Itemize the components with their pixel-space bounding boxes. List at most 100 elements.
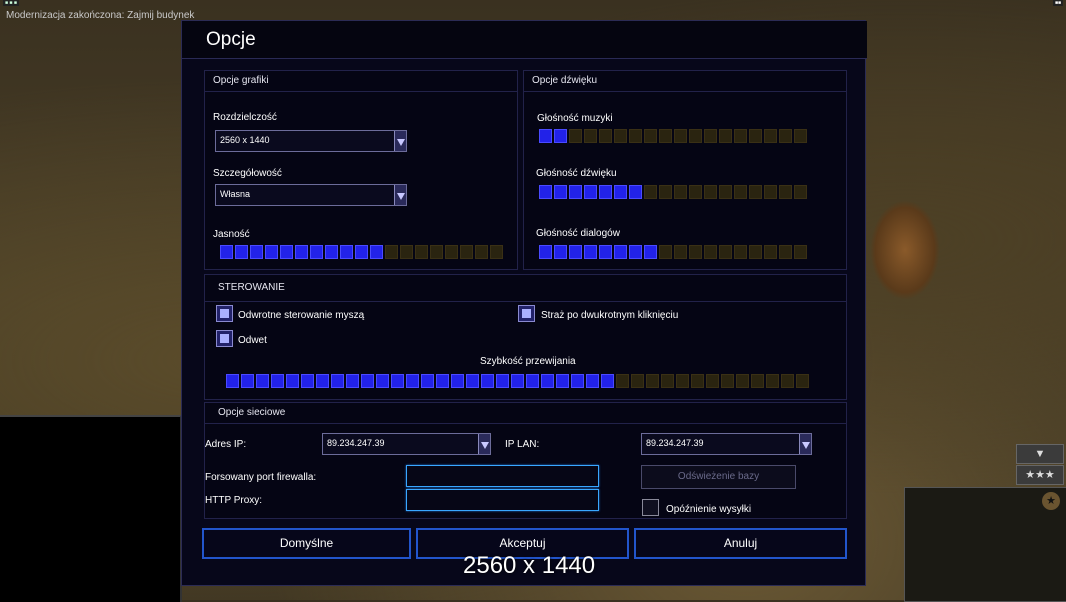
chevron-down-icon[interactable] <box>478 434 490 454</box>
slider-segment[interactable] <box>779 185 792 199</box>
slider-segment[interactable] <box>571 374 584 388</box>
side-collapse-button[interactable]: ▼ <box>1016 444 1064 464</box>
slider-segment[interactable] <box>554 129 567 143</box>
slider-segment[interactable] <box>385 245 398 259</box>
slider-segment[interactable] <box>460 245 473 259</box>
slider-segment[interactable] <box>310 245 323 259</box>
slider-segment[interactable] <box>644 129 657 143</box>
slider-segment[interactable] <box>779 129 792 143</box>
slider-segment[interactable] <box>599 129 612 143</box>
resolution-dropdown[interactable]: 2560 x 1440 <box>215 130 407 152</box>
dialog-volume-slider[interactable] <box>539 245 807 259</box>
slider-segment[interactable] <box>749 129 762 143</box>
slider-segment[interactable] <box>704 245 717 259</box>
slider-segment[interactable] <box>584 245 597 259</box>
slider-segment[interactable] <box>629 185 642 199</box>
slider-segment[interactable] <box>674 129 687 143</box>
lan-ip-dropdown[interactable]: 89.234.247.39 <box>641 433 812 455</box>
slider-segment[interactable] <box>340 245 353 259</box>
slider-segment[interactable] <box>614 129 627 143</box>
slider-segment[interactable] <box>541 374 554 388</box>
slider-segment[interactable] <box>554 185 567 199</box>
slider-segment[interactable] <box>704 129 717 143</box>
slider-segment[interactable] <box>644 245 657 259</box>
slider-segment[interactable] <box>781 374 794 388</box>
slider-segment[interactable] <box>475 245 488 259</box>
slider-segment[interactable] <box>256 374 269 388</box>
slider-segment[interactable] <box>226 374 239 388</box>
slider-segment[interactable] <box>749 185 762 199</box>
slider-segment[interactable] <box>325 245 338 259</box>
minimap[interactable] <box>0 415 182 602</box>
slider-segment[interactable] <box>331 374 344 388</box>
slider-segment[interactable] <box>280 245 293 259</box>
slider-segment[interactable] <box>370 245 383 259</box>
firewall-port-input[interactable] <box>406 465 599 487</box>
slider-segment[interactable] <box>661 374 674 388</box>
slider-segment[interactable] <box>676 374 689 388</box>
slider-segment[interactable] <box>614 245 627 259</box>
slider-segment[interactable] <box>629 129 642 143</box>
slider-segment[interactable] <box>734 245 747 259</box>
slider-segment[interactable] <box>436 374 449 388</box>
slider-segment[interactable] <box>586 374 599 388</box>
slider-segment[interactable] <box>689 185 702 199</box>
slider-segment[interactable] <box>451 374 464 388</box>
slider-segment[interactable] <box>346 374 359 388</box>
music-volume-slider[interactable] <box>539 129 807 143</box>
slider-segment[interactable] <box>415 245 428 259</box>
sound-volume-slider[interactable] <box>539 185 807 199</box>
slider-segment[interactable] <box>376 374 389 388</box>
rank-stars-button[interactable]: ★★★ <box>1016 465 1064 485</box>
chevron-down-icon[interactable] <box>394 185 406 205</box>
slider-segment[interactable] <box>235 245 248 259</box>
slider-segment[interactable] <box>361 374 374 388</box>
slider-segment[interactable] <box>646 374 659 388</box>
slider-segment[interactable] <box>674 245 687 259</box>
slider-segment[interactable] <box>706 374 719 388</box>
slider-segment[interactable] <box>719 129 732 143</box>
slider-segment[interactable] <box>689 245 702 259</box>
slider-segment[interactable] <box>539 185 552 199</box>
slider-segment[interactable] <box>749 245 762 259</box>
slider-segment[interactable] <box>295 245 308 259</box>
slider-segment[interactable] <box>569 129 582 143</box>
slider-segment[interactable] <box>794 185 807 199</box>
slider-segment[interactable] <box>734 185 747 199</box>
http-proxy-input[interactable] <box>406 489 599 511</box>
slider-segment[interactable] <box>719 185 732 199</box>
slider-segment[interactable] <box>764 185 777 199</box>
slider-segment[interactable] <box>406 374 419 388</box>
slider-segment[interactable] <box>796 374 809 388</box>
slider-segment[interactable] <box>490 245 503 259</box>
slider-segment[interactable] <box>751 374 764 388</box>
guard-doubleclick-checkbox[interactable] <box>518 305 535 322</box>
slider-segment[interactable] <box>400 245 413 259</box>
slider-segment[interactable] <box>764 129 777 143</box>
slider-segment[interactable] <box>421 374 434 388</box>
slider-segment[interactable] <box>316 374 329 388</box>
slider-segment[interactable] <box>496 374 509 388</box>
slider-segment[interactable] <box>250 245 263 259</box>
slider-segment[interactable] <box>301 374 314 388</box>
slider-segment[interactable] <box>659 245 672 259</box>
slider-segment[interactable] <box>286 374 299 388</box>
slider-segment[interactable] <box>539 129 552 143</box>
slider-segment[interactable] <box>265 245 278 259</box>
brightness-slider[interactable] <box>220 245 503 259</box>
slider-segment[interactable] <box>599 245 612 259</box>
send-delay-checkbox[interactable] <box>642 499 659 516</box>
slider-segment[interactable] <box>691 374 704 388</box>
slider-segment[interactable] <box>704 185 717 199</box>
chevron-down-icon[interactable] <box>799 434 811 454</box>
cancel-button[interactable]: Anuluj <box>634 528 847 559</box>
retaliation-checkbox[interactable] <box>216 330 233 347</box>
slider-segment[interactable] <box>466 374 479 388</box>
slider-segment[interactable] <box>391 374 404 388</box>
slider-segment[interactable] <box>220 245 233 259</box>
slider-segment[interactable] <box>556 374 569 388</box>
defaults-button[interactable]: Domyślne <box>202 528 411 559</box>
slider-segment[interactable] <box>764 245 777 259</box>
scroll-speed-slider[interactable] <box>226 374 809 388</box>
chevron-down-icon[interactable] <box>394 131 406 151</box>
